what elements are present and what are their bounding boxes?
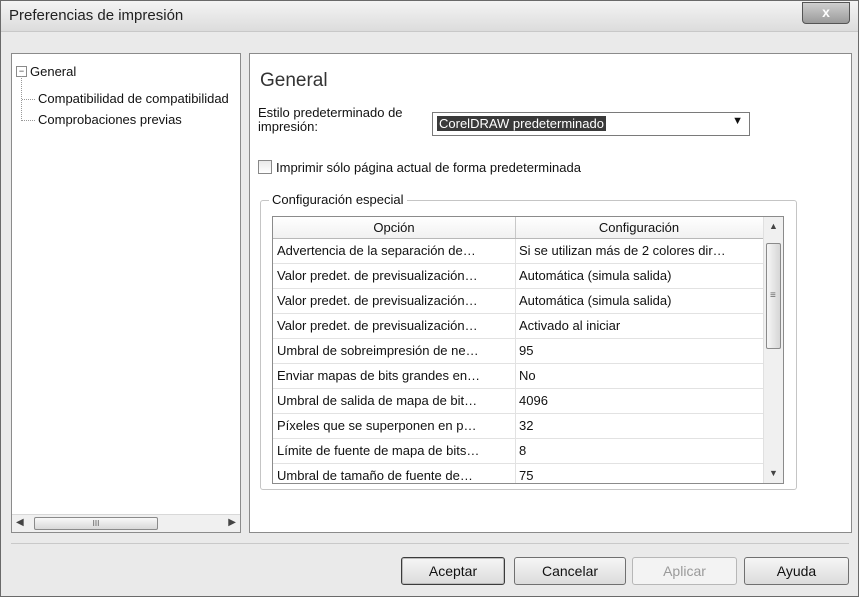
table-row[interactable]: Advertencia de la separación de… Si se ut… [273, 239, 763, 264]
print-style-select[interactable]: CorelDRAW predeterminado ▼ [432, 112, 750, 136]
table-row[interactable]: Valor predet. de previsualización… Activa… [273, 314, 763, 339]
cell-divider [515, 314, 516, 338]
special-settings-legend: Configuración especial [269, 192, 407, 207]
cell-divider [515, 339, 516, 363]
option-cell: Píxeles que se superponen en p… [277, 418, 477, 433]
print-preferences-dialog: Preferencias de impresión x − General Co… [0, 0, 859, 597]
scroll-thumb[interactable]: ≡ [766, 243, 781, 349]
cell-divider [515, 464, 516, 483]
chevron-down-icon: ▼ [732, 115, 743, 127]
footer-divider [11, 543, 849, 544]
close-button[interactable]: x [802, 2, 850, 24]
table-row[interactable]: Enviar mapas de bits grandes en… No [273, 364, 763, 389]
scroll-left-icon[interactable]: ◀ [16, 517, 24, 528]
cell-divider [515, 364, 516, 388]
setting-cell[interactable]: Automática (simula salida) [519, 289, 761, 313]
tree-item-compatibility[interactable]: Compatibilidad de compatibilidad [38, 91, 229, 106]
help-button[interactable]: Ayuda [744, 557, 849, 585]
table-row[interactable]: Umbral de tamaño de fuente de… 75 [273, 464, 763, 483]
tree-horizontal-scrollbar[interactable]: ◀ III ▶ [12, 514, 240, 532]
tree-connector [22, 120, 35, 121]
general-settings-panel: General Estilo predeterminado de impresi… [249, 53, 852, 533]
setting-cell[interactable]: 8 [519, 439, 761, 463]
option-cell: Enviar mapas de bits grandes en… [277, 368, 481, 383]
window-title: Preferencias de impresión [9, 7, 184, 24]
cell-divider [515, 239, 516, 263]
option-cell: Advertencia de la separación de… [277, 243, 476, 258]
option-cell: Valor predet. de previsualización… [277, 268, 478, 283]
scroll-thumb[interactable]: III [34, 517, 158, 530]
scroll-right-icon[interactable]: ▶ [228, 517, 236, 528]
table-row[interactable]: Umbral de sobreimpresión de ne… 95 [273, 339, 763, 364]
setting-cell[interactable]: 32 [519, 414, 761, 438]
table-row[interactable]: Píxeles que se superponen en p… 32 [273, 414, 763, 439]
cancel-button[interactable]: Cancelar [514, 557, 626, 585]
scroll-down-icon[interactable]: ▼ [769, 468, 778, 478]
setting-cell[interactable]: 4096 [519, 389, 761, 413]
current-page-checkbox-label[interactable]: Imprimir sólo página actual de forma pre… [276, 160, 581, 175]
cell-divider [515, 439, 516, 463]
settings-grid: Opción Configuración Advertencia de la s… [272, 216, 784, 484]
column-header-option[interactable]: Opción [273, 217, 516, 238]
table-row[interactable]: Límite de fuente de mapa de bits… 8 [273, 439, 763, 464]
tree-connector [22, 99, 35, 100]
grid-header: Opción Configuración [273, 217, 763, 239]
setting-cell[interactable]: Si se utilizan más de 2 colores dir… [519, 239, 761, 263]
tree-item-preflight[interactable]: Comprobaciones previas [38, 112, 182, 127]
option-cell: Valor predet. de previsualización… [277, 318, 478, 333]
setting-cell[interactable]: No [519, 364, 761, 388]
special-settings-group: Configuración especial Opción Configurac… [260, 192, 797, 490]
close-icon: x [822, 4, 830, 20]
grid-vertical-scrollbar[interactable]: ▲ ≡ ▼ [763, 217, 783, 483]
table-row[interactable]: Valor predet. de previsualización… Automá… [273, 289, 763, 314]
scroll-up-icon[interactable]: ▲ [769, 221, 778, 231]
grip-icon: ≡ [770, 290, 776, 301]
option-cell: Umbral de salida de mapa de bit… [277, 393, 478, 408]
cell-divider [515, 264, 516, 288]
apply-button[interactable]: Aplicar [632, 557, 737, 585]
cell-divider [515, 389, 516, 413]
current-page-option[interactable]: Imprimir sólo página actual de forma pre… [258, 160, 581, 175]
current-page-checkbox[interactable] [258, 160, 272, 174]
accept-button[interactable]: Aceptar [401, 557, 505, 585]
setting-cell[interactable]: 75 [519, 464, 761, 483]
setting-cell[interactable]: 95 [519, 339, 761, 363]
print-style-label: Estilo predeterminado de impresión: [258, 105, 403, 134]
tree-item-general[interactable]: General [30, 64, 76, 79]
setting-cell[interactable]: Activado al iniciar [519, 314, 761, 338]
title-bar: Preferencias de impresión x [1, 1, 858, 32]
option-cell: Valor predet. de previsualización… [277, 293, 478, 308]
print-style-value: CorelDRAW predeterminado [437, 116, 606, 131]
setting-cell[interactable]: Automática (simula salida) [519, 264, 761, 288]
option-cell: Umbral de sobreimpresión de ne… [277, 343, 479, 358]
table-row[interactable]: Umbral de salida de mapa de bit… 4096 [273, 389, 763, 414]
cell-divider [515, 414, 516, 438]
table-row[interactable]: Valor predet. de previsualización… Automá… [273, 264, 763, 289]
cell-divider [515, 289, 516, 313]
grid-rows: Advertencia de la separación de… Si se ut… [273, 239, 763, 483]
option-cell: Límite de fuente de mapa de bits… [277, 443, 480, 458]
column-header-setting[interactable]: Configuración [516, 217, 762, 238]
option-cell: Umbral de tamaño de fuente de… [277, 468, 473, 483]
section-title: General [260, 70, 328, 91]
category-tree: − General Compatibilidad de compatibilid… [11, 53, 241, 533]
